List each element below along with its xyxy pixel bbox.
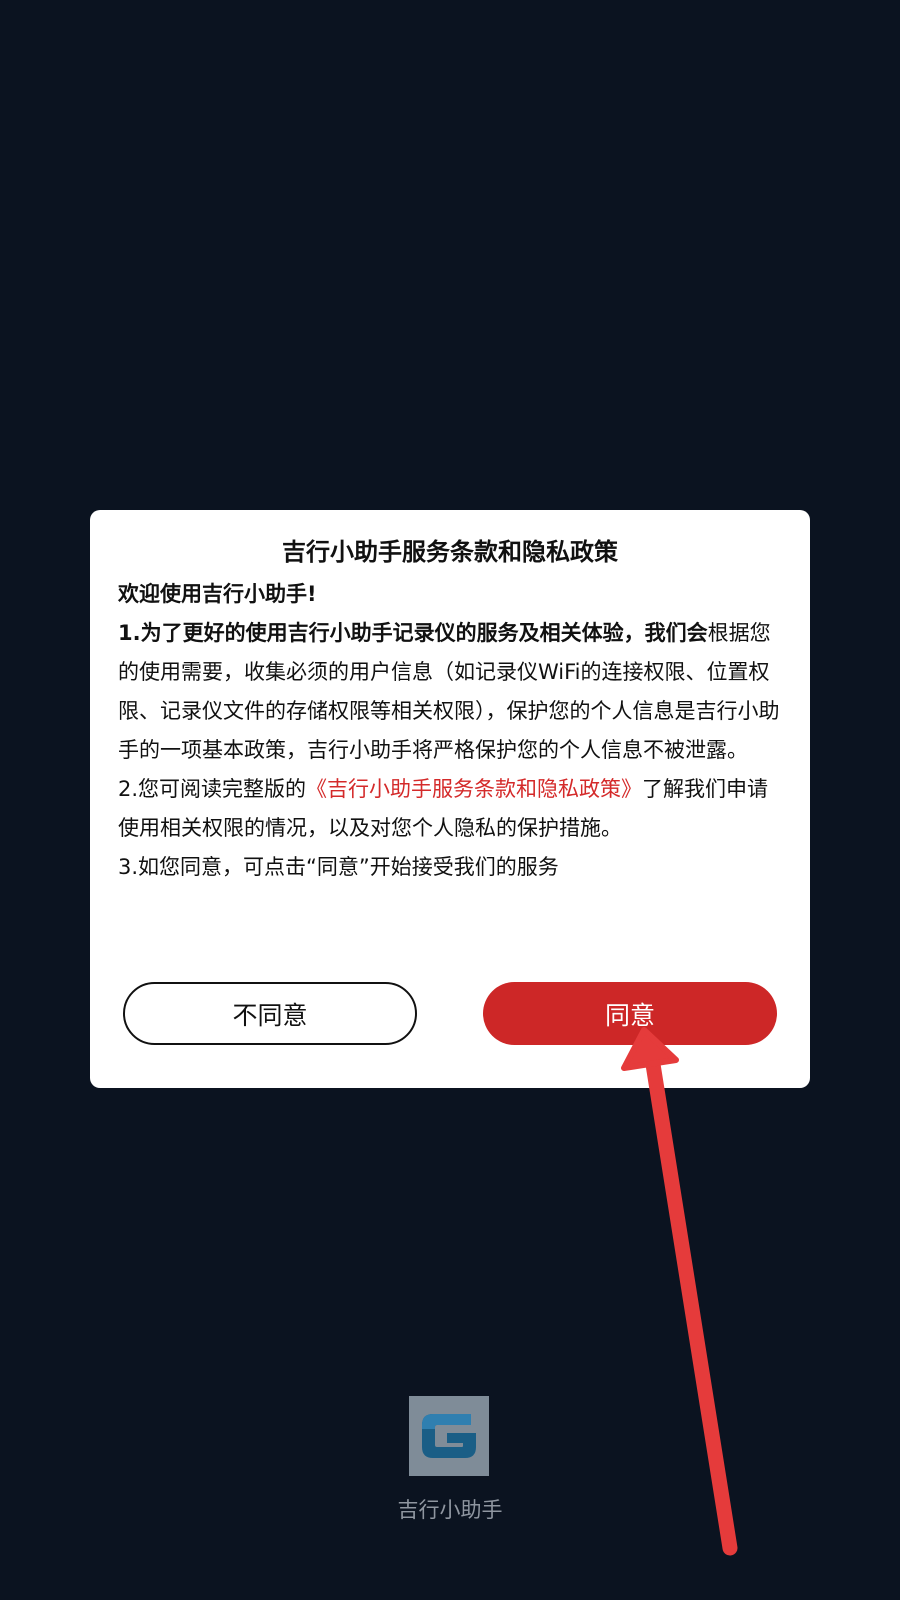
g-logo-graphic xyxy=(409,1396,489,1476)
dialog-body: 欢迎使用吉行小助手! 1.为了更好的使用吉行小助手记录仪的服务及相关体验，我们会… xyxy=(118,575,782,887)
paragraph-1: 1.为了更好的使用吉行小助手记录仪的服务及相关体验，我们会根据您的使用需要，收集… xyxy=(118,614,782,770)
disagree-button[interactable]: 不同意 xyxy=(123,982,417,1045)
g-logo-icon xyxy=(409,1396,489,1476)
paragraph-3: 3.如您同意，可点击“同意”开始接受我们的服务 xyxy=(118,855,559,879)
agree-button[interactable]: 同意 xyxy=(483,982,777,1045)
paragraph-2: 2.您可阅读完整版的《吉行小助手服务条款和隐私政策》了解我们申请使用相关权限的情… xyxy=(118,770,782,848)
dialog-title: 吉行小助手服务条款和隐私政策 xyxy=(282,538,618,566)
privacy-policy-link[interactable]: 《吉行小助手服务条款和隐私政策》 xyxy=(306,777,642,801)
privacy-dialog: 吉行小助手服务条款和隐私政策 欢迎使用吉行小助手! 1.为了更好的使用吉行小助手… xyxy=(90,510,810,1088)
paragraph-2-prefix: 2.您可阅读完整版的 xyxy=(118,777,307,801)
welcome-text: 欢迎使用吉行小助手! xyxy=(118,582,317,606)
app-name-label: 吉行小助手 xyxy=(397,1498,503,1522)
paragraph-1-bold: 1.为了更好的使用吉行小助手记录仪的服务及相关体验，我们会 xyxy=(118,621,708,645)
